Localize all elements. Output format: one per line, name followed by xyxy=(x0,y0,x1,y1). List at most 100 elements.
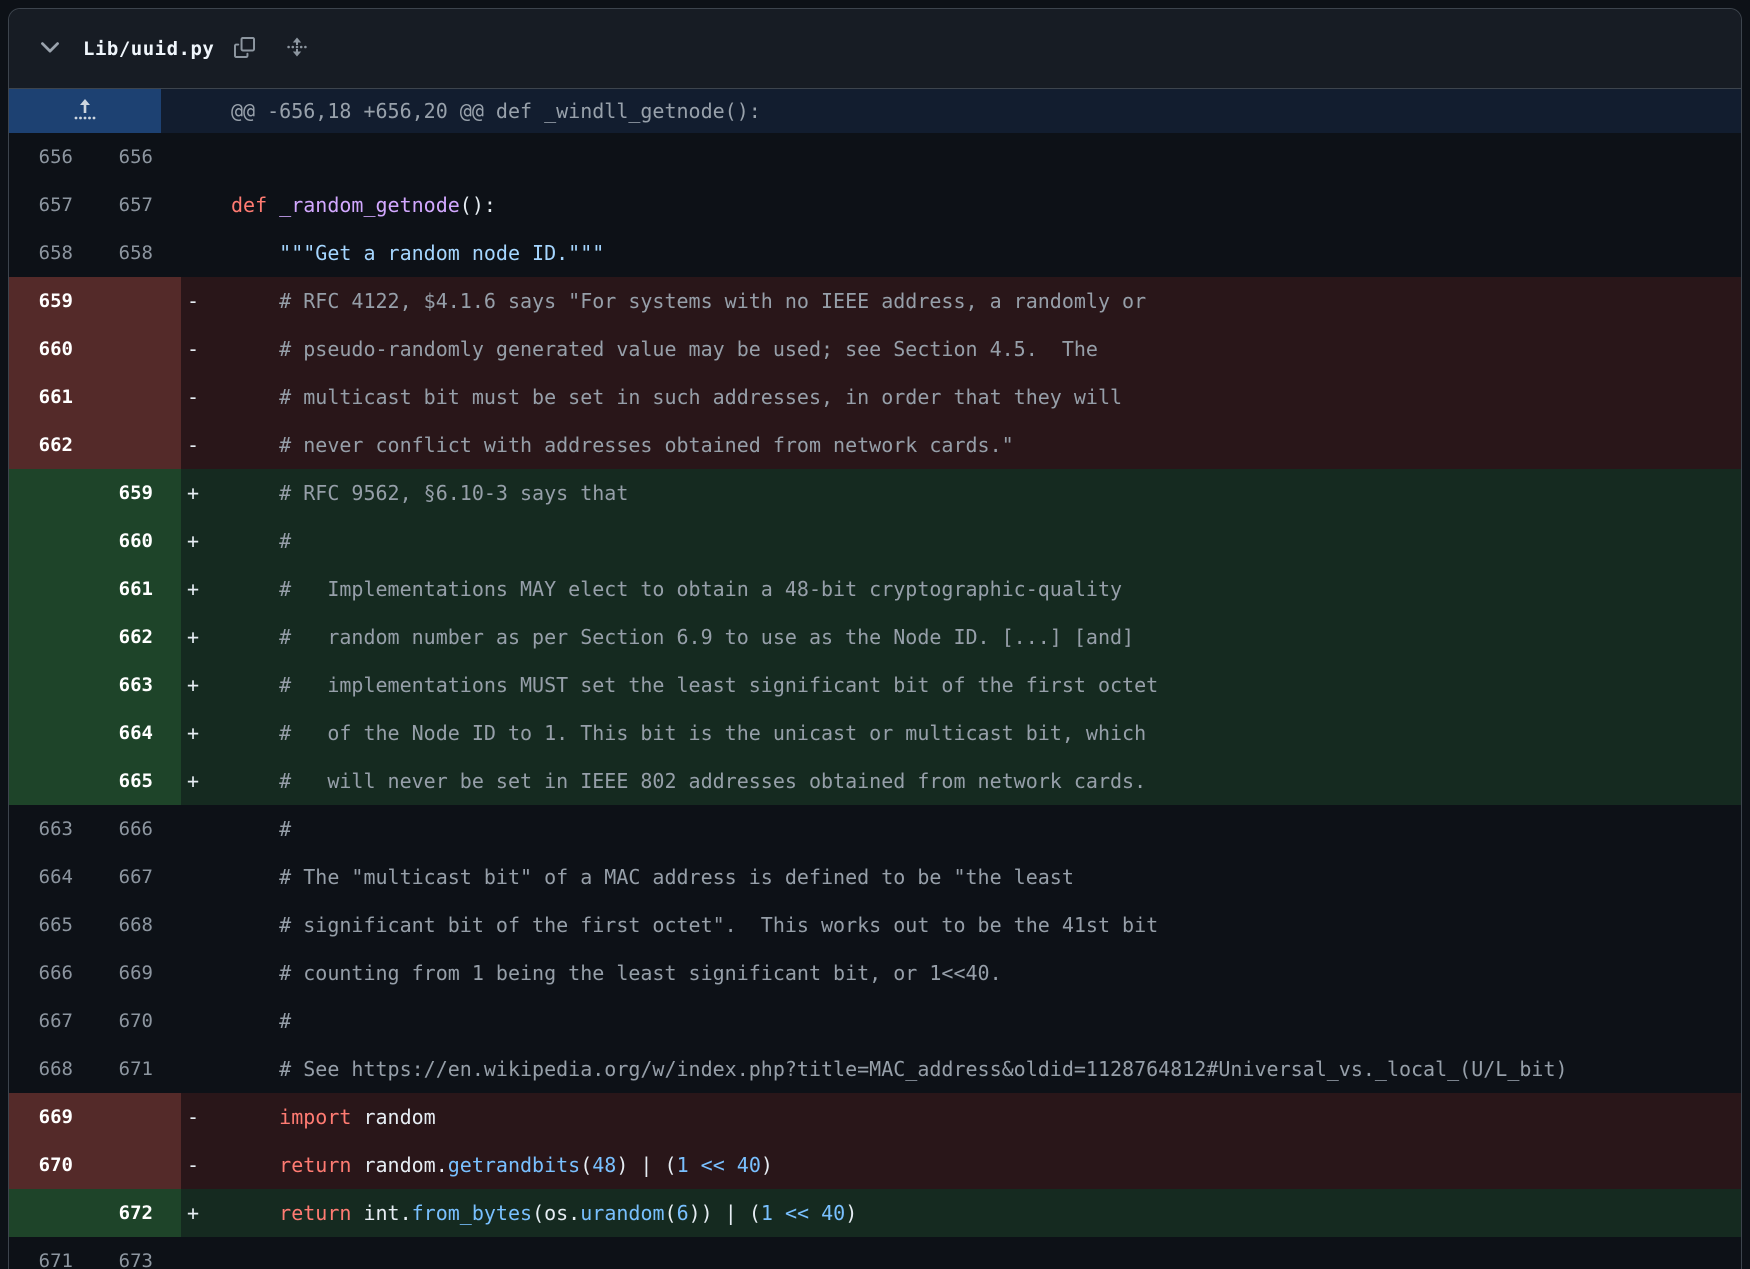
code-line: # Implementations MAY elect to obtain a … xyxy=(231,577,1123,601)
diff-row: 669 - import random xyxy=(9,1093,1741,1141)
diff-row: 658 658 """Get a random node ID.""" xyxy=(9,229,1741,277)
diff-row: 668 671 # See https://en.wikipedia.org/w/… xyxy=(9,1045,1741,1093)
code-line: # multicast bit must be set in such addr… xyxy=(231,385,1123,409)
old-line-number[interactable]: 671 xyxy=(9,1237,89,1269)
new-line-number[interactable]: 673 xyxy=(89,1237,169,1269)
old-line-number[interactable]: 658 xyxy=(9,229,89,277)
code-line: return int.from_bytes(os.urandom(6)) | (… xyxy=(279,1201,858,1225)
unfold-vertical-icon xyxy=(285,35,309,62)
diff-marker: + xyxy=(187,769,200,793)
line-number-gutter: 665 668 xyxy=(9,901,181,949)
old-line-number[interactable]: 657 xyxy=(9,181,89,229)
diff-marker xyxy=(181,949,231,997)
old-line-number[interactable]: 664 xyxy=(9,853,89,901)
new-line-number[interactable]: 656 xyxy=(89,133,169,181)
file-name: Lib/uuid.py xyxy=(83,37,215,60)
diff-row: 659 + # RFC 9562, §6.10-3 says that xyxy=(9,469,1741,517)
line-number-gutter: 664 xyxy=(9,709,181,757)
new-line-number[interactable]: 670 xyxy=(89,997,169,1045)
code-line: # random number as per Section 6.9 to us… xyxy=(231,625,1135,649)
new-line-number[interactable] xyxy=(89,1093,169,1141)
diff-row: 670 - return random.getrandbits(48) | (1 … xyxy=(9,1141,1741,1189)
line-number-gutter: 662 xyxy=(9,613,181,661)
code-line: # xyxy=(231,817,292,841)
old-line-number[interactable]: 656 xyxy=(9,133,89,181)
diff-marker: - xyxy=(187,385,200,409)
new-line-number[interactable]: 664 xyxy=(89,709,169,757)
new-line-number[interactable] xyxy=(89,277,169,325)
new-line-number[interactable]: 663 xyxy=(89,661,169,709)
diff-row: 661 + # Implementations MAY elect to obta… xyxy=(9,565,1741,613)
old-line-number[interactable]: 663 xyxy=(9,805,89,853)
new-line-number[interactable]: 658 xyxy=(89,229,169,277)
new-line-number[interactable] xyxy=(89,373,169,421)
diff-row: 662 + # random number as per Section 6.9 … xyxy=(9,613,1741,661)
line-number-gutter: 659 xyxy=(9,469,181,517)
old-line-number[interactable] xyxy=(9,469,89,517)
old-line-number[interactable] xyxy=(9,1189,89,1237)
line-number-gutter: 656 656 xyxy=(9,133,181,181)
diff-marker: + xyxy=(187,625,200,649)
new-line-number[interactable] xyxy=(89,421,169,469)
new-line-number[interactable]: 661 xyxy=(89,565,169,613)
old-line-number[interactable] xyxy=(9,757,89,805)
old-line-number[interactable]: 670 xyxy=(9,1141,89,1189)
old-line-number[interactable] xyxy=(9,517,89,565)
new-line-number[interactable]: 671 xyxy=(89,1045,169,1093)
line-number-gutter: 663 xyxy=(9,661,181,709)
new-line-number[interactable]: 667 xyxy=(89,853,169,901)
new-line-number[interactable]: 665 xyxy=(89,757,169,805)
collapse-file-button[interactable] xyxy=(33,30,67,67)
line-number-gutter: 671 673 xyxy=(9,1237,181,1269)
old-line-number[interactable]: 661 xyxy=(9,373,89,421)
code-line: """Get a random node ID.""" xyxy=(231,241,605,265)
old-line-number[interactable] xyxy=(9,661,89,709)
diff-marker: - xyxy=(187,433,200,457)
old-line-number[interactable]: 659 xyxy=(9,277,89,325)
diff-row: 663 666 # xyxy=(9,805,1741,853)
expand-all-hunks-button[interactable] xyxy=(279,29,315,68)
diff-row: 660 - # pseudo-randomly generated value m… xyxy=(9,325,1741,373)
diff-marker xyxy=(181,901,231,949)
new-line-number[interactable] xyxy=(89,1141,169,1189)
old-line-number[interactable]: 666 xyxy=(9,949,89,997)
new-line-number[interactable]: 668 xyxy=(89,901,169,949)
old-line-number[interactable] xyxy=(9,709,89,757)
new-line-number[interactable]: 666 xyxy=(89,805,169,853)
diff-marker xyxy=(181,997,231,1045)
old-line-number[interactable]: 669 xyxy=(9,1093,89,1141)
code-line: # The "multicast bit" of a MAC address i… xyxy=(231,865,1074,889)
diff-marker xyxy=(181,853,231,901)
diff-row: 664 + # of the Node ID to 1. This bit is … xyxy=(9,709,1741,757)
new-line-number[interactable]: 659 xyxy=(89,469,169,517)
diff-marker: + xyxy=(187,721,200,745)
code-line: # xyxy=(231,529,292,553)
old-line-number[interactable]: 668 xyxy=(9,1045,89,1093)
old-line-number[interactable]: 665 xyxy=(9,901,89,949)
new-line-number[interactable]: 672 xyxy=(89,1189,169,1237)
old-line-number[interactable]: 667 xyxy=(9,997,89,1045)
line-number-gutter: 669 xyxy=(9,1093,181,1141)
diff-marker xyxy=(181,181,231,229)
code-line: return random.getrandbits(48) | (1 << 40… xyxy=(279,1153,773,1177)
diff-row: 663 + # implementations MUST set the leas… xyxy=(9,661,1741,709)
diff-marker: + xyxy=(187,481,200,505)
diff-marker: - xyxy=(187,1153,200,1177)
code-line: # counting from 1 being the least signif… xyxy=(231,961,1002,985)
old-line-number[interactable] xyxy=(9,565,89,613)
new-line-number[interactable]: 662 xyxy=(89,613,169,661)
old-line-number[interactable] xyxy=(9,613,89,661)
new-line-number[interactable]: 657 xyxy=(89,181,169,229)
line-number-gutter: 660 xyxy=(9,517,181,565)
diff-rows: 656 656 657 657 def _random_getnode(): 658 658… xyxy=(9,133,1741,1269)
expand-hunk-up-button[interactable] xyxy=(9,89,161,133)
code-line: # RFC 9562, §6.10-3 says that xyxy=(231,481,629,505)
copy-path-button[interactable] xyxy=(228,31,261,67)
old-line-number[interactable]: 660 xyxy=(9,325,89,373)
new-line-number[interactable]: 660 xyxy=(89,517,169,565)
code-line: # never conflict with addresses obtained… xyxy=(231,433,1014,457)
diff-marker: + xyxy=(187,1201,200,1225)
new-line-number[interactable] xyxy=(89,325,169,373)
new-line-number[interactable]: 669 xyxy=(89,949,169,997)
old-line-number[interactable]: 662 xyxy=(9,421,89,469)
